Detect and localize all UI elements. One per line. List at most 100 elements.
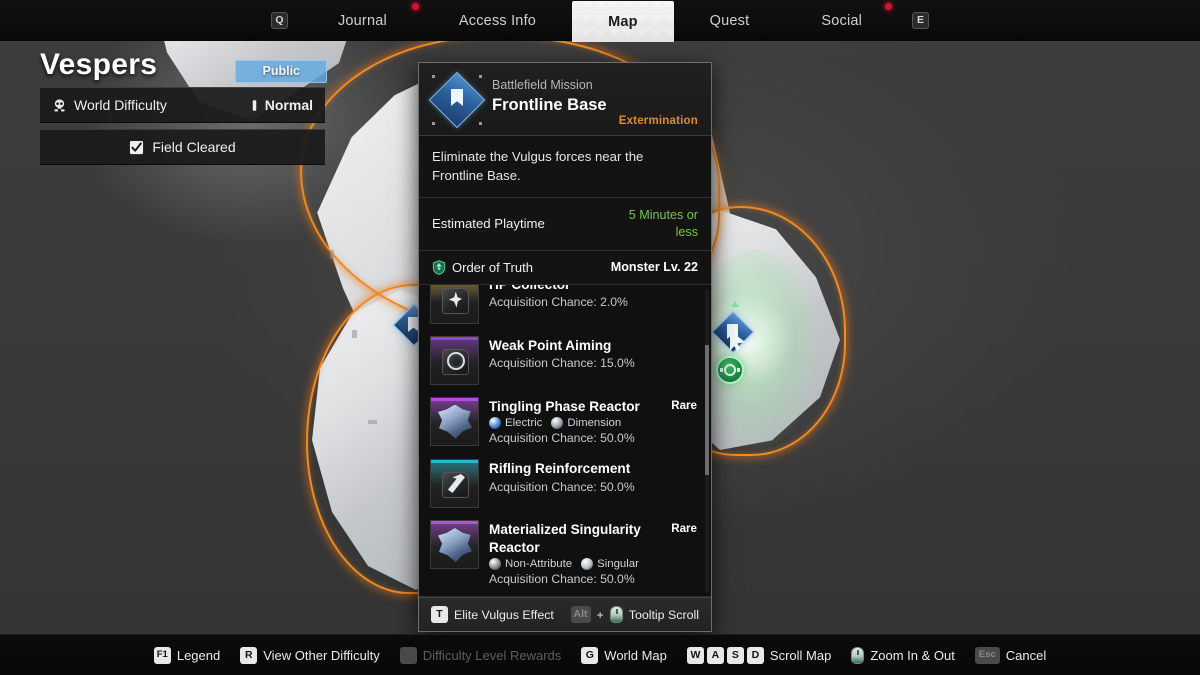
status-hint-difficulty-level-rewards[interactable]: Difficulty Level Rewards [400,647,561,664]
map-detail [368,420,377,424]
attribute-icon [581,558,593,570]
map-marker-arrow-icon [731,301,739,307]
spark-chip-icon [430,285,479,324]
hint-label: Elite Vulgus Effect [454,608,554,622]
estimated-playtime-value: 5 Minutes or less [606,207,698,240]
attribute-label: Electric [505,417,542,429]
key-alt: Alt [571,606,591,623]
reward-item[interactable]: Young Noble's AmbitionRare [419,594,711,597]
notification-dot [412,3,419,10]
poi-ring-icon [724,364,736,376]
reward-chance: Acquisition Chance: 15.0% [489,356,699,372]
status-hint-zoom-in-out[interactable]: Zoom In & Out [851,647,955,664]
plus-sign: + [597,608,604,622]
status-hint-label: View Other Difficulty [263,648,380,663]
status-hint-label: World Map [604,648,667,663]
mission-kind: Battlefield Mission [492,78,698,94]
reward-rarity: Rare [671,522,697,535]
status-hint-cancel[interactable]: Esc Cancel [975,647,1046,664]
reward-list: HP CollectorAcquisition Chance: 2.0% Weak… [419,285,711,598]
reward-body: Materialized Singularity Reactor Non-Attr… [489,520,699,588]
reward-attributes: ElectricDimension [489,417,699,429]
status-hint-label: Legend [177,648,220,663]
tab-social[interactable]: Social [785,0,898,41]
status-hint-view-other-difficulty[interactable]: R View Other Difficulty [240,647,380,664]
poi-bar-right [737,368,740,372]
status-hint-label: Cancel [1006,648,1046,663]
reward-item[interactable]: Materialized Singularity Reactor Non-Attr… [419,514,711,594]
status-badge-public: Public [235,60,327,83]
difficulty-level-icon [251,98,258,113]
key-d: D [747,647,764,664]
reward-attribute: Electric [489,417,542,429]
next-tab-key[interactable]: E [898,12,943,29]
estimated-playtime-label: Estimated Playtime [432,216,545,231]
reward-name: Tingling Phase Reactor [489,398,699,416]
status-hint-scroll-map[interactable]: WASDScroll Map [687,647,831,664]
attribute-label: Non-Attribute [505,558,572,570]
estimated-playtime-row: Estimated Playtime 5 Minutes or less [419,198,711,250]
reward-chance: Acquisition Chance: 50.0% [489,572,699,588]
bottom-status-bar: F1 Legend R View Other Difficulty Difficulty… [0,634,1200,675]
scrollbar-thumb[interactable] [705,345,709,475]
attribute-icon [551,417,563,429]
tab-quest[interactable]: Quest [674,0,786,41]
world-difficulty-row[interactable]: World Difficulty Normal [40,87,325,123]
tab-label: Access Info [459,13,536,29]
status-hint-keys: G [581,647,598,664]
key-blank [400,647,417,664]
region-info-panel: Vespers Public World Difficulty Normal F… [40,48,325,165]
faction-row: Order of Truth Monster Lv. 22 [419,251,711,285]
prev-tab-key[interactable]: Q [257,12,302,29]
reward-body: HP CollectorAcquisition Chance: 2.0% [489,285,699,312]
tab-label: Map [608,14,638,30]
reward-attributes: Non-Attribute Singular [489,558,699,570]
mission-header: Battlefield Mission Frontline Base Exter… [419,63,711,136]
mission-emblem-icon [432,75,482,125]
reward-item[interactable]: HP CollectorAcquisition Chance: 2.0% [419,285,711,330]
reward-item[interactable]: Weak Point AimingAcquisition Chance: 15.… [419,330,711,391]
key-f1: F1 [154,647,171,664]
reward-attribute: Singular [581,558,639,570]
status-hint-label: Difficulty Level Rewards [423,648,561,663]
status-hint-keys: Esc [975,647,1000,664]
reactor-gem-icon [430,520,479,569]
mission-description: Eliminate the Vulgus forces near the Fro… [419,136,711,198]
reward-item[interactable]: Tingling Phase ReactorElectricDimensionA… [419,391,711,454]
tab-map[interactable]: Map [572,1,674,42]
status-hint-legend[interactable]: F1 Legend [154,647,220,664]
tab-journal[interactable]: Journal [302,0,423,41]
hint-tooltip-scroll[interactable]: Alt + Tooltip Scroll [571,606,700,623]
notification-dot [885,3,892,10]
tab-access-info[interactable]: Access Info [423,0,572,41]
key-e: E [912,12,929,29]
reward-body: Tingling Phase ReactorElectricDimensionA… [489,397,699,448]
field-cleared-row: Field Cleared [40,129,325,165]
mission-tooltip: Battlefield Mission Frontline Base Exter… [418,62,712,632]
key-esc: Esc [975,647,1000,664]
field-cleared-label: Field Cleared [152,139,235,155]
attribute-label: Singular [597,558,639,570]
reactor-gem-icon [430,397,479,446]
reward-rarity: Rare [671,399,697,412]
map-detail [352,330,357,338]
map-marker-poi[interactable] [716,356,744,384]
tab-label: Journal [338,13,387,29]
slash-chip-icon [430,459,479,508]
reward-item[interactable]: Rifling Reinforcement Acquisition Chance:… [419,453,711,514]
reward-chance: Acquisition Chance: 50.0% [489,480,699,496]
world-difficulty-value: Normal [265,97,313,113]
reward-list-scroll-area[interactable]: HP CollectorAcquisition Chance: 2.0% Weak… [419,285,711,598]
status-hint-keys: R [240,647,257,664]
status-hint-keys: WASD [687,647,764,664]
status-hint-world-map[interactable]: G World Map [581,647,667,664]
mouse-wheel-icon [610,606,623,623]
ring-chip-icon [430,336,479,385]
tab-label: Social [821,13,862,29]
reward-name: Materialized Singularity Reactor [489,521,699,556]
hint-elite-vulgus-effect[interactable]: T Elite Vulgus Effect [431,606,554,623]
status-hint-keys [400,647,417,664]
status-hint-keys: F1 [154,647,171,664]
monster-level: Monster Lv. 22 [611,260,698,274]
reward-name: Rifling Reinforcement [489,460,699,478]
